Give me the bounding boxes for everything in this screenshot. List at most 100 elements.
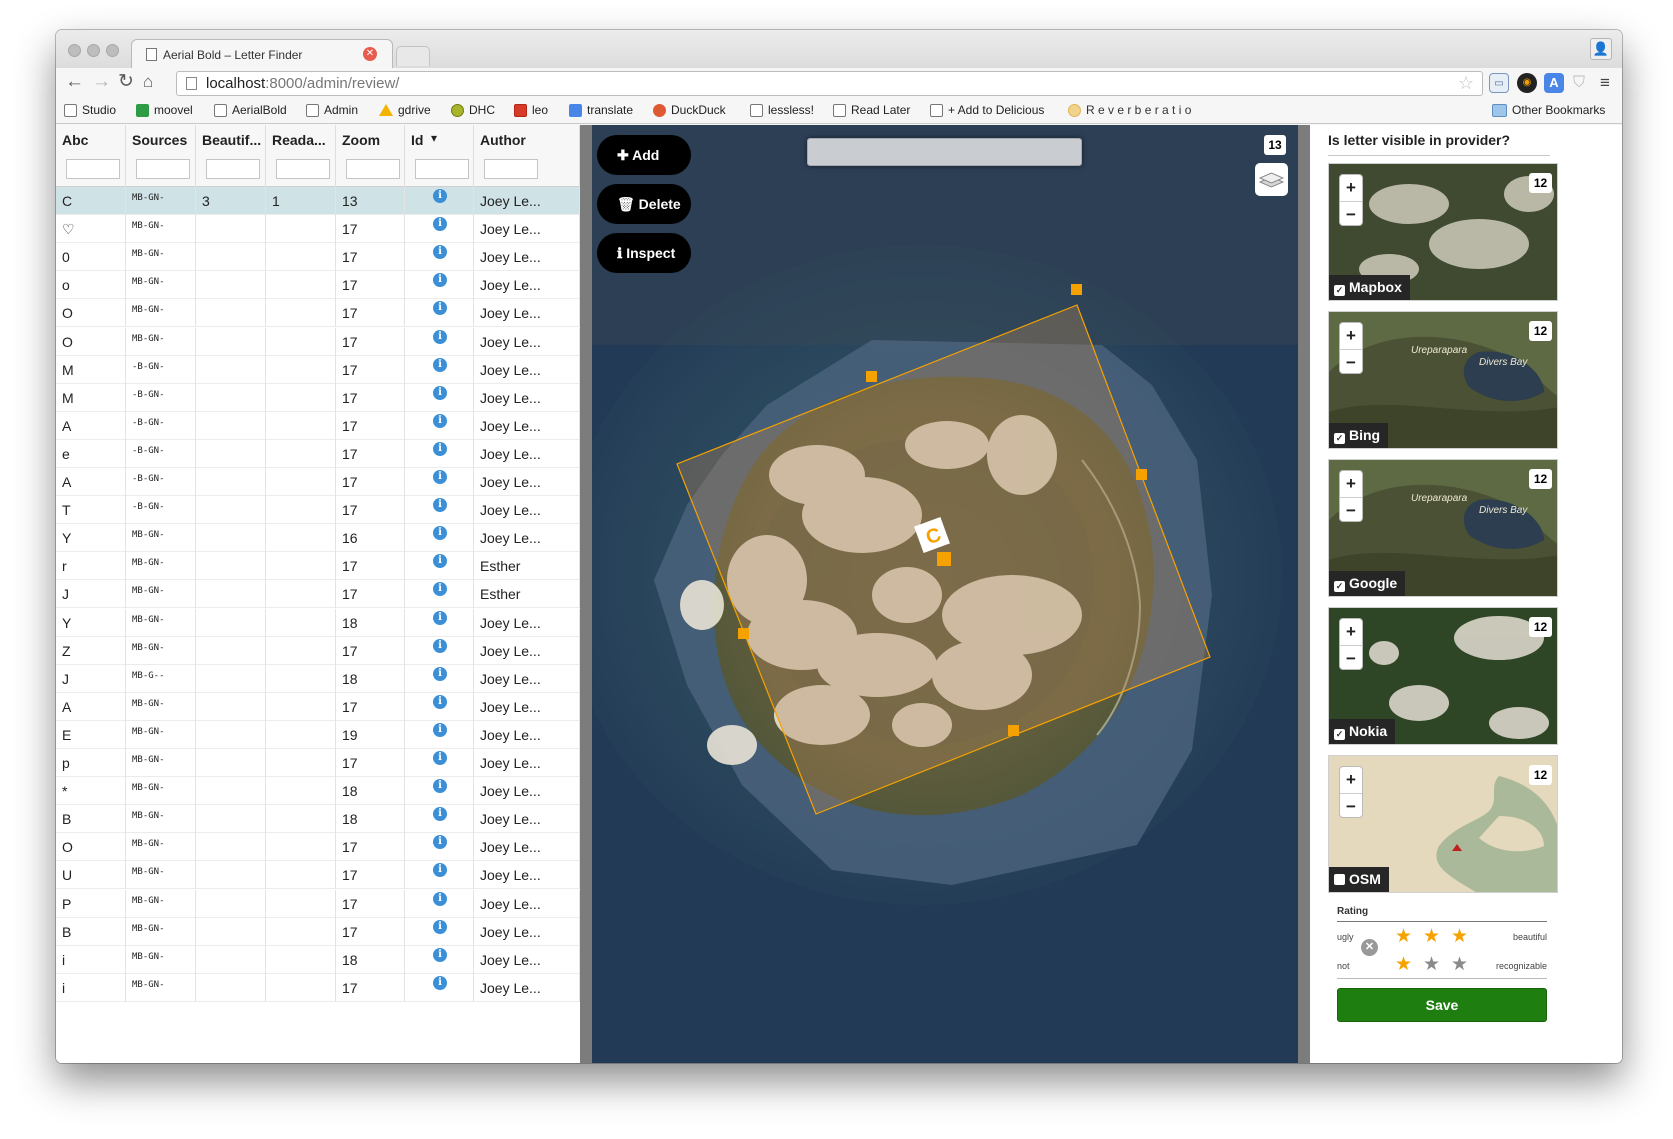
provider-tile-osm[interactable]: + − 12 OSM xyxy=(1328,755,1558,893)
column-header-id[interactable]: Id ▾ xyxy=(405,125,474,187)
panel-splitter[interactable] xyxy=(1298,125,1310,1063)
table-row[interactable]: * MB-GN- 18 i Joey Le... xyxy=(56,777,580,806)
provider-tile-bing[interactable]: Ureparapara Divers Bay + − 12 ✓ Bing xyxy=(1328,311,1558,449)
info-icon[interactable]: i xyxy=(433,666,447,681)
browser-tab[interactable]: Aerial Bold – Letter Finder ✕ xyxy=(131,39,393,68)
translate-extension-icon[interactable]: A xyxy=(1544,73,1564,93)
info-icon[interactable]: i xyxy=(433,807,447,822)
info-icon[interactable]: i xyxy=(433,919,447,934)
resize-handle-right[interactable] xyxy=(1136,469,1147,480)
bookmark-gdrive[interactable]: gdrive xyxy=(379,103,431,117)
provider-tile-mapbox[interactable]: + − 12 ✓ Mapbox xyxy=(1328,163,1558,301)
column-header-sources[interactable]: Sources xyxy=(126,125,196,187)
info-icon[interactable]: i xyxy=(433,694,447,709)
cast-extension-icon[interactable]: ▭ xyxy=(1489,73,1509,93)
table-row[interactable]: B MB-GN- 18 i Joey Le... xyxy=(56,805,580,834)
table-row[interactable]: r MB-GN- 17 i Esther xyxy=(56,552,580,581)
info-icon[interactable]: i xyxy=(433,217,447,232)
bookmark-dhc[interactable]: DHC xyxy=(451,103,495,117)
star-icon[interactable]: ★ xyxy=(1395,927,1412,946)
table-row[interactable]: A -B-GN- 17 i Joey Le... xyxy=(56,411,580,440)
zoom-out-button[interactable]: − xyxy=(1340,645,1362,670)
info-icon[interactable]: i xyxy=(433,947,447,962)
color-picker-extension-icon[interactable]: ◉ xyxy=(1517,73,1537,93)
star-icon[interactable]: ★ xyxy=(1451,927,1468,946)
star-icon[interactable]: ★ xyxy=(1395,955,1412,974)
table-row[interactable]: Y MB-GN- 16 i Joey Le... xyxy=(56,524,580,553)
table-row[interactable]: T -B-GN- 17 i Joey Le... xyxy=(56,496,580,525)
move-handle[interactable] xyxy=(937,552,951,566)
delete-button[interactable]: 🗑 Delete xyxy=(597,184,691,224)
zoom-in-button[interactable]: + xyxy=(1340,767,1362,792)
info-icon[interactable]: i xyxy=(433,610,447,625)
info-icon[interactable]: i xyxy=(433,357,447,372)
filter-input-id[interactable] xyxy=(415,159,469,179)
filter-input-abc[interactable] xyxy=(66,159,120,179)
table-row[interactable]: Z MB-GN- 17 i Joey Le... xyxy=(56,636,580,665)
provider-label[interactable]: ✓ Google xyxy=(1329,571,1406,596)
info-icon[interactable]: i xyxy=(433,751,447,765)
table-row[interactable]: M -B-GN- 17 i Joey Le... xyxy=(56,383,580,412)
clear-rating-icon[interactable]: ✕ xyxy=(1361,939,1378,956)
table-row[interactable]: B MB-GN- 17 i Joey Le... xyxy=(56,917,580,946)
forward-icon[interactable]: → xyxy=(92,72,111,92)
checkbox-checked-icon[interactable]: ✓ xyxy=(1334,285,1345,296)
bookmark-admin[interactable]: Admin xyxy=(306,103,358,117)
table-row[interactable]: C MB-GN- 3 1 13 i Joey Le... xyxy=(56,187,580,215)
bookmark-translate[interactable]: translate xyxy=(569,103,633,117)
zoom-out-button[interactable]: − xyxy=(1340,201,1362,226)
zoom-in-button[interactable]: + xyxy=(1340,471,1362,496)
info-icon[interactable]: i xyxy=(433,891,447,906)
table-row[interactable]: U MB-GN- 17 i Joey Le... xyxy=(56,861,580,890)
checkbox-checked-icon[interactable]: ✓ xyxy=(1334,729,1345,740)
close-window-button[interactable] xyxy=(68,44,81,57)
info-icon[interactable]: i xyxy=(433,413,447,428)
table-row[interactable]: A -B-GN- 17 i Joey Le... xyxy=(56,468,580,496)
info-icon[interactable]: i xyxy=(433,441,447,456)
resize-handle-left[interactable] xyxy=(738,628,749,639)
zoom-in-button[interactable]: + xyxy=(1340,175,1362,200)
layers-button[interactable] xyxy=(1255,163,1288,196)
star-icon[interactable]: ★ xyxy=(1451,955,1468,974)
info-icon[interactable]: i xyxy=(433,638,447,653)
filter-input-sources[interactable] xyxy=(136,159,190,179)
home-icon[interactable]: ⌂ xyxy=(143,72,153,92)
info-icon[interactable]: i xyxy=(433,329,447,344)
resize-handle-top[interactable] xyxy=(866,371,877,382)
inspect-button[interactable]: ℹ Inspect xyxy=(597,233,691,273)
column-header-zoom[interactable]: Zoom xyxy=(336,125,405,187)
table-row[interactable]: Y MB-GN- 18 i Joey Le... xyxy=(56,608,580,637)
bookmark-star-icon[interactable]: ☆ xyxy=(1458,73,1474,94)
provider-label[interactable]: ✓ Mapbox xyxy=(1329,275,1410,300)
bookmark-duckduck[interactable]: DuckDuck xyxy=(653,103,726,117)
info-icon[interactable]: i xyxy=(433,498,447,513)
table-row[interactable]: O MB-GN- 17 i Joey Le... xyxy=(56,327,580,356)
zoom-in-button[interactable]: + xyxy=(1340,619,1362,644)
bookmark-leo[interactable]: leo xyxy=(514,103,548,117)
sort-desc-icon[interactable]: ▾ xyxy=(431,131,437,145)
url-bar[interactable]: localhost:8000/admin/review/ ☆ xyxy=(176,71,1483,96)
info-icon[interactable]: i xyxy=(433,526,447,541)
shield-extension-icon[interactable]: ⛉ xyxy=(1569,73,1589,93)
column-header-abc[interactable]: Abc xyxy=(56,125,126,187)
table-row[interactable]: E MB-GN- 19 i Joey Le... xyxy=(56,720,580,749)
profile-icon[interactable]: 👤 xyxy=(1590,38,1612,60)
pane-splitter[interactable] xyxy=(580,125,592,1063)
info-icon[interactable]: i xyxy=(433,835,447,850)
info-icon[interactable]: i xyxy=(433,554,447,569)
table-row[interactable]: e -B-GN- 17 i Joey Le... xyxy=(56,439,580,468)
rotate-handle[interactable] xyxy=(1071,284,1082,295)
table-row[interactable]: A MB-GN- 17 i Joey Le... xyxy=(56,692,580,721)
checkbox-checked-icon[interactable]: ✓ xyxy=(1334,433,1345,444)
info-icon[interactable]: i xyxy=(433,722,447,737)
checkbox-unchecked-icon[interactable] xyxy=(1334,874,1345,885)
table-row[interactable]: J MB-GN- 17 i Esther xyxy=(56,580,580,609)
map-search-input[interactable] xyxy=(807,138,1082,166)
provider-tile-nokia[interactable]: + − 12 ✓ Nokia xyxy=(1328,607,1558,745)
info-icon[interactable]: i xyxy=(433,582,447,597)
table-row[interactable]: p MB-GN- 17 i Joey Le... xyxy=(56,749,580,777)
map-view[interactable]: C ✚ Add 🗑 Delete ℹ Inspect 13 xyxy=(592,125,1298,1063)
table-row[interactable]: O MB-GN- 17 i Joey Le... xyxy=(56,833,580,862)
satellite-map[interactable]: C xyxy=(592,125,1298,1063)
info-icon[interactable]: i xyxy=(433,273,447,288)
